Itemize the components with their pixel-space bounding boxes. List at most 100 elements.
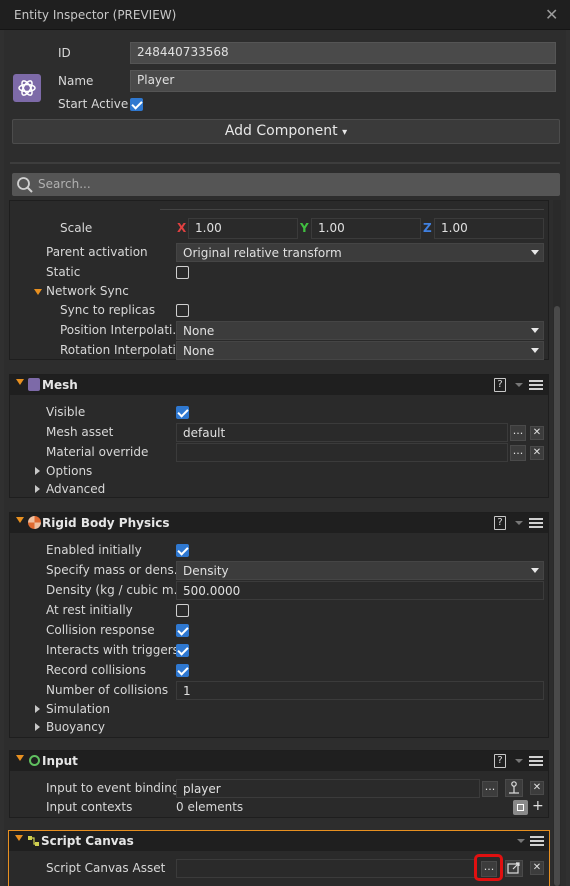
add-component-button[interactable]: Add Component ▾ bbox=[12, 119, 560, 144]
enabled-initially-checkbox[interactable] bbox=[176, 544, 189, 557]
scale-label: Scale bbox=[60, 221, 93, 235]
network-sync-label: Network Sync bbox=[46, 284, 129, 298]
chevron-down-icon bbox=[531, 250, 539, 255]
x-axis-label: X bbox=[177, 221, 187, 235]
buoyancy-label[interactable]: Buoyancy bbox=[46, 720, 105, 734]
expand-arrow-icon[interactable] bbox=[35, 705, 40, 713]
z-axis-label: Z bbox=[423, 221, 432, 235]
menu-icon[interactable] bbox=[530, 836, 544, 846]
visible-label: Visible bbox=[46, 405, 86, 419]
help-icon[interactable]: ? bbox=[494, 516, 506, 530]
interacts-triggers-checkbox[interactable] bbox=[176, 644, 189, 657]
scale-x-field[interactable]: 1.00 bbox=[188, 218, 298, 239]
scale-y-field[interactable]: 1.00 bbox=[311, 218, 421, 239]
material-override-label: Material override bbox=[46, 445, 149, 459]
static-checkbox[interactable] bbox=[176, 266, 189, 279]
clipped-row bbox=[160, 200, 544, 210]
mesh-header[interactable]: Mesh ? bbox=[10, 375, 548, 395]
at-rest-checkbox[interactable] bbox=[176, 604, 189, 617]
chevron-down-icon[interactable] bbox=[515, 383, 523, 387]
collapse-arrow-icon[interactable] bbox=[16, 517, 24, 523]
chevron-down-icon bbox=[531, 568, 539, 573]
rigid-body-title: Rigid Body Physics bbox=[42, 516, 170, 530]
help-icon[interactable]: ? bbox=[494, 378, 506, 392]
chevron-down-icon[interactable] bbox=[515, 521, 523, 525]
collapse-arrow-icon[interactable] bbox=[16, 755, 24, 761]
chevron-down-icon[interactable] bbox=[515, 759, 523, 763]
clear-icon[interactable]: ✕ bbox=[530, 861, 544, 875]
menu-icon[interactable] bbox=[529, 380, 543, 390]
position-interp-value: None bbox=[183, 324, 215, 338]
parent-activation-value: Original relative transform bbox=[183, 246, 342, 260]
mesh-asset-label: Mesh asset bbox=[46, 425, 114, 439]
expand-arrow-icon[interactable] bbox=[35, 723, 40, 731]
expand-arrow-icon[interactable] bbox=[35, 467, 40, 475]
input-icon bbox=[29, 755, 40, 766]
contexts-value: 0 elements bbox=[176, 800, 244, 814]
browse-button[interactable]: ... bbox=[482, 781, 498, 797]
parent-activation-select[interactable]: Original relative transform bbox=[176, 243, 544, 262]
mesh-asset-field[interactable]: default bbox=[176, 423, 508, 442]
collision-response-label: Collision response bbox=[46, 623, 155, 637]
options-label[interactable]: Options bbox=[46, 464, 92, 478]
sync-to-replicas-checkbox[interactable] bbox=[176, 304, 189, 317]
add-icon[interactable]: + bbox=[532, 798, 544, 814]
edit-asset-button[interactable] bbox=[505, 779, 523, 797]
browse-button[interactable]: ... bbox=[510, 445, 526, 461]
input-header[interactable]: Input ? bbox=[10, 751, 548, 771]
collapse-arrow-icon[interactable] bbox=[15, 835, 23, 841]
menu-icon[interactable] bbox=[529, 518, 543, 528]
static-label: Static bbox=[46, 265, 81, 279]
density-field[interactable]: 500.0000 bbox=[176, 581, 544, 600]
divider bbox=[10, 162, 560, 164]
scrollbar-thumb[interactable] bbox=[554, 306, 560, 886]
menu-icon[interactable] bbox=[529, 756, 543, 766]
collision-response-checkbox[interactable] bbox=[176, 624, 189, 637]
sync-to-replicas-label: Sync to replicas bbox=[60, 303, 156, 317]
specify-mass-select[interactable]: Density bbox=[176, 561, 544, 580]
id-label: ID bbox=[58, 46, 71, 60]
collapse-arrow-icon[interactable] bbox=[16, 379, 24, 385]
specify-mass-label: Specify mass or dens... bbox=[46, 563, 186, 577]
script-canvas-asset-field[interactable] bbox=[176, 859, 476, 878]
script-canvas-asset-label: Script Canvas Asset bbox=[46, 861, 166, 875]
num-collisions-field[interactable]: 1 bbox=[176, 681, 544, 700]
rotation-interp-value: None bbox=[183, 344, 215, 358]
id-field[interactable]: 248440733568 bbox=[130, 42, 556, 64]
remove-all-button[interactable] bbox=[513, 800, 528, 815]
browse-button[interactable]: ... bbox=[510, 425, 526, 441]
expand-arrow-icon[interactable] bbox=[35, 485, 40, 493]
rigid-body-header[interactable]: Rigid Body Physics ? bbox=[10, 513, 548, 533]
enabled-initially-label: Enabled initially bbox=[46, 543, 142, 557]
open-external-icon bbox=[507, 862, 520, 874]
start-active-checkbox[interactable] bbox=[130, 98, 143, 111]
interacts-triggers-label: Interacts with triggers bbox=[46, 643, 179, 657]
open-editor-button[interactable] bbox=[505, 860, 523, 877]
clear-icon[interactable]: ✕ bbox=[530, 781, 544, 795]
visible-checkbox[interactable] bbox=[176, 406, 189, 419]
chevron-down-icon[interactable] bbox=[517, 839, 525, 843]
expand-arrow-icon[interactable] bbox=[34, 289, 42, 295]
position-interp-label: Position Interpolati... bbox=[60, 323, 184, 337]
clear-icon[interactable]: ✕ bbox=[530, 446, 544, 460]
position-interp-select[interactable]: None bbox=[176, 321, 544, 340]
rotation-interp-select[interactable]: None bbox=[176, 341, 544, 360]
specify-mass-value: Density bbox=[183, 564, 229, 578]
window-title: Entity Inspector (PREVIEW) bbox=[14, 8, 177, 22]
bindings-field[interactable]: player bbox=[176, 779, 480, 798]
simulation-label[interactable]: Simulation bbox=[46, 702, 110, 716]
clear-icon[interactable]: ✕ bbox=[530, 426, 544, 440]
material-override-field[interactable] bbox=[176, 443, 508, 462]
script-canvas-icon bbox=[28, 836, 39, 846]
input-title: Input bbox=[42, 754, 78, 768]
search-input[interactable]: Search... bbox=[12, 173, 560, 196]
help-icon[interactable]: ? bbox=[494, 754, 506, 768]
record-collisions-checkbox[interactable] bbox=[176, 664, 189, 677]
advanced-label[interactable]: Advanced bbox=[46, 482, 105, 496]
script-canvas-header[interactable]: Script Canvas bbox=[9, 831, 549, 851]
browse-button[interactable]: ... bbox=[481, 861, 497, 877]
scale-z-field[interactable]: 1.00 bbox=[434, 218, 544, 239]
name-field[interactable]: Player bbox=[130, 70, 556, 92]
at-rest-label: At rest initially bbox=[46, 603, 133, 617]
close-icon[interactable]: ✕ bbox=[545, 5, 558, 24]
